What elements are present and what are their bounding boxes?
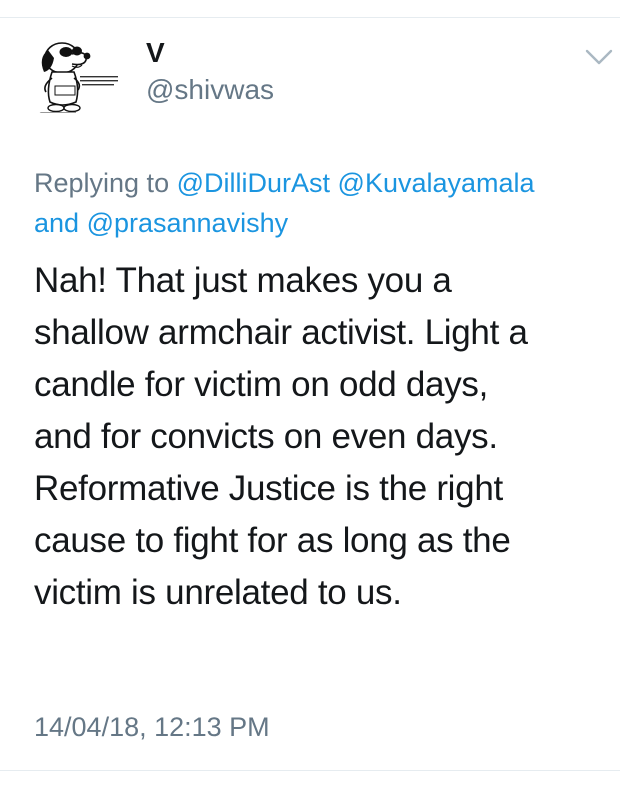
replying-to-prefix: Replying to [34, 168, 170, 198]
mention-link[interactable]: @Kuvalayamala [338, 168, 535, 198]
top-divider [0, 17, 620, 18]
replying-to: Replying to @DilliDurAst @Kuvalayamala a… [34, 163, 604, 243]
snoopy-joe-cool-icon [36, 42, 118, 113]
replying-to-conjunction[interactable]: and [34, 208, 79, 238]
bottom-divider [0, 770, 620, 771]
tweet-text-line: candle for victim on odd days, [34, 365, 489, 404]
tweet-text-line: Nah! That just makes you a [34, 261, 452, 300]
tweet-text-line: cause to fight for as long as the [34, 521, 511, 560]
tweet-text: Nah! That just makes you a shallow armch… [34, 255, 604, 619]
display-name[interactable]: V [146, 38, 165, 68]
tweet-timestamp[interactable]: 14/04/18, 12:13 PM [34, 710, 270, 744]
user-handle[interactable]: @shivwas [146, 74, 274, 106]
mention-link[interactable]: @prasannavishy [87, 208, 289, 238]
mention-link[interactable]: @DilliDurAst [177, 168, 330, 198]
tweet-text-line: shallow armchair activist. Light a [34, 313, 528, 352]
tweet-text-line: and for convicts on even days. [34, 417, 498, 456]
tweet-text-line: Reformative Justice is the right [34, 469, 503, 508]
chevron-down-icon[interactable] [584, 46, 614, 68]
tweet-text-line: victim is unrelated to us. [34, 573, 402, 612]
avatar[interactable] [22, 28, 126, 124]
